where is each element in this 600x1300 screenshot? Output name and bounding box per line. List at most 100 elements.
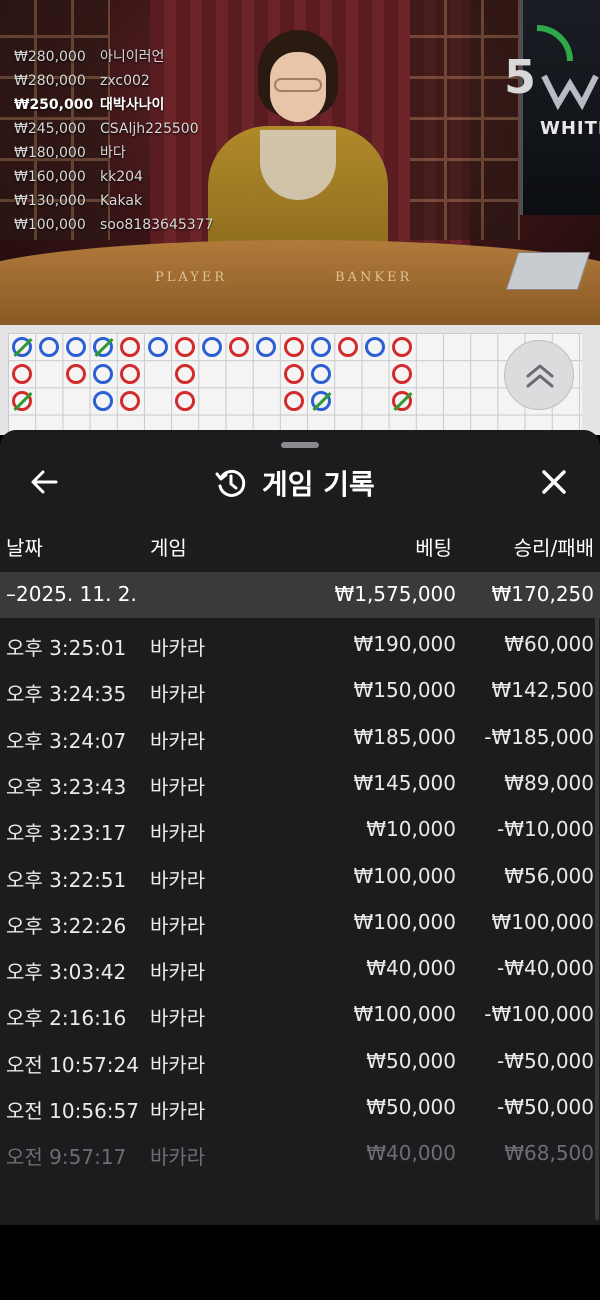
date-group-row[interactable]: –2025. 11. 2. ₩1,575,000 ₩170,250 <box>0 572 600 618</box>
bet-amount: ₩160,000 <box>14 169 86 185</box>
player-bead <box>66 336 86 357</box>
live-video-feed: PLAYER BANKER WHITE 5 ₩280,000아니이러언₩280,… <box>0 0 600 325</box>
banker-bead <box>283 391 304 411</box>
brand-name: WHITE <box>540 118 600 139</box>
row-bet: ₩150,000 <box>353 678 456 703</box>
row-time: 오후 2:16:16 <box>6 1006 127 1031</box>
bet-amount: ₩100,000 <box>14 217 86 233</box>
row-game: 바카라 <box>150 913 206 938</box>
player-bead <box>93 363 114 384</box>
bettor-name: soo8183645377 <box>100 217 214 233</box>
player-bead <box>310 336 331 357</box>
bet-ticker: ₩280,000 아니이러언 ₩280,000 zxc002 ₩250,000 대박사나이… <box>14 46 214 238</box>
row-bet: ₩50,000 <box>366 1095 456 1119</box>
row-game: 바카라 <box>150 728 206 753</box>
banker-bead <box>174 363 195 384</box>
row-bet: ₩10,000 <box>366 817 456 842</box>
banker-bead <box>66 363 86 384</box>
banker-bead <box>11 391 33 412</box>
banker-bead <box>120 391 141 411</box>
column-header-date: 날짜 <box>6 536 43 560</box>
bet-ticker-row: ₩245,000 CSAljh225500 <box>14 118 214 142</box>
banker-bead <box>120 363 141 384</box>
card-shoe <box>505 252 591 290</box>
banker-bead <box>338 336 358 357</box>
close-button[interactable] <box>534 462 574 502</box>
player-bead <box>11 336 33 357</box>
banker-bead <box>120 336 141 357</box>
history-row[interactable]: 오후 3:23:43 바카라 ₩145,000 ₩89,000 <box>0 761 600 807</box>
history-row[interactable]: 오전 9:57:17 바카라 ₩40,000 ₩68,500 <box>0 1131 600 1177</box>
row-bet: ₩100,000 <box>353 863 456 888</box>
row-winloss: -₩100,000 <box>484 1002 594 1027</box>
banker-bead <box>229 336 250 357</box>
countdown-timer: 5 <box>504 50 537 104</box>
row-game: 바카라 <box>150 1006 206 1031</box>
player-area-label: PLAYER <box>155 270 228 285</box>
tie-slash-mark <box>312 391 332 412</box>
bettor-name: CSAljh225500 <box>100 121 199 137</box>
row-game: 바카라 <box>150 1145 206 1170</box>
row-winloss: ₩142,500 <box>491 678 594 703</box>
game-history-sheet: 게임 기록 날짜 게임 베팅 승리/패배 –2025. 11. 2. ₩1,57… <box>0 430 600 1225</box>
player-bead <box>310 391 332 412</box>
bet-ticker-row: ₩280,000 아니이러언 <box>14 46 214 70</box>
row-time: 오전 10:56:57 <box>6 1099 139 1123</box>
bet-ticker-row: ₩280,000 zxc002 <box>14 70 214 94</box>
history-row[interactable]: 오후 3:24:07 바카라 ₩185,000 -₩185,000 <box>0 715 600 761</box>
sheet-drag-handle[interactable] <box>281 442 319 448</box>
history-row[interactable]: 오전 10:56:57 바카라 ₩50,000 -₩50,000 <box>0 1085 600 1131</box>
banker-bead <box>174 336 195 357</box>
player-bead <box>202 336 222 357</box>
row-time: 오후 3:23:43 <box>6 774 127 799</box>
row-time: 오후 3:23:17 <box>6 821 127 846</box>
bet-amount: ₩250,000 <box>14 97 94 113</box>
player-bead <box>93 336 114 357</box>
row-game: 바카라 <box>150 960 206 985</box>
row-bet: ₩50,000 <box>366 1048 456 1073</box>
banker-bead <box>392 391 413 412</box>
row-bet: ₩40,000 <box>366 1141 456 1166</box>
row-game: 바카라 <box>150 1052 206 1077</box>
player-bead <box>38 336 59 357</box>
row-game: 바카라 <box>150 867 206 892</box>
row-time: 오후 3:25:01 <box>6 636 127 660</box>
bettor-name: zxc002 <box>100 73 150 89</box>
banker-bead <box>11 363 32 384</box>
group-winloss-total: ₩170,250 <box>491 582 594 606</box>
column-header-winloss: 승리/패배 <box>513 536 594 560</box>
banker-bead <box>392 363 413 384</box>
row-bet: ₩190,000 <box>353 632 456 656</box>
row-winloss: ₩68,500 <box>504 1141 594 1166</box>
row-bet: ₩100,000 <box>353 909 456 934</box>
expand-scoreboard-button[interactable] <box>504 340 574 410</box>
bettor-name: 바다 <box>100 145 126 161</box>
tie-slash-mark <box>94 337 114 357</box>
bettor-name: Kakak <box>100 193 143 209</box>
history-row[interactable]: 오전 10:57:24 바카라 ₩50,000 -₩50,000 <box>0 1039 600 1085</box>
row-winloss: ₩60,000 <box>504 632 594 656</box>
history-row[interactable]: 오후 3:22:26 바카라 ₩100,000 ₩100,000 <box>0 900 600 946</box>
tie-slash-mark <box>393 391 413 412</box>
row-game: 바카라 <box>150 821 206 846</box>
scrollbar[interactable] <box>595 580 599 1220</box>
row-time: 오후 3:24:35 <box>6 682 127 707</box>
row-bet: ₩185,000 <box>353 724 456 749</box>
history-row[interactable]: 오후 2:16:16 바카라 ₩100,000 -₩100,000 <box>0 992 600 1038</box>
row-time: 오전 10:57:24 <box>6 1052 139 1077</box>
history-row[interactable]: 오후 3:23:17 바카라 ₩10,000 -₩10,000 <box>0 807 600 853</box>
close-icon <box>542 470 566 494</box>
history-row[interactable]: 오후 3:25:01 바카라 ₩190,000 ₩60,000 <box>0 622 600 668</box>
bet-ticker-row: ₩130,000 Kakak <box>14 190 214 214</box>
history-row[interactable]: 오후 3:22:51 바카라 ₩100,000 ₩56,000 <box>0 854 600 900</box>
bet-amount: ₩130,000 <box>14 193 86 209</box>
row-winloss: -₩40,000 <box>497 956 594 981</box>
row-winloss: ₩100,000 <box>491 909 594 934</box>
player-bead <box>256 336 277 357</box>
double-chevron-up-icon <box>526 364 554 388</box>
history-row[interactable]: 오후 3:24:35 바카라 ₩150,000 ₩142,500 <box>0 668 600 714</box>
row-time: 오전 9:57:17 <box>6 1145 127 1170</box>
bet-ticker-row: ₩100,000 soo8183645377 <box>14 214 214 238</box>
history-row[interactable]: 오후 3:03:42 바카라 ₩40,000 -₩40,000 <box>0 946 600 992</box>
sheet-title: 게임 기록 <box>262 468 375 501</box>
